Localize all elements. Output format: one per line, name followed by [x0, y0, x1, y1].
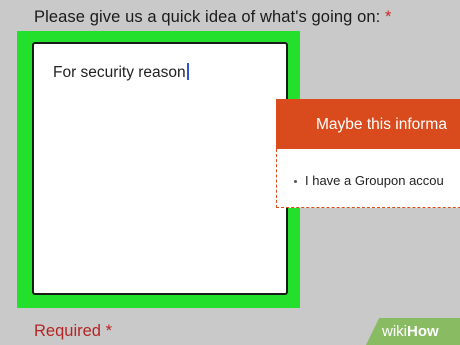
description-textarea[interactable]: For security reason — [32, 42, 288, 295]
question-label: Please give us a quick idea of what's go… — [34, 8, 392, 27]
required-text: Required — [34, 322, 101, 340]
popup-pointer — [264, 143, 276, 165]
wikihow-watermark: wikiHow — [366, 318, 460, 345]
watermark-suffix: How — [407, 323, 439, 340]
required-asterisk: * — [385, 8, 392, 26]
question-label-text: Please give us a quick idea of what's go… — [34, 8, 381, 26]
required-asterisk-bottom: * — [105, 322, 112, 340]
bullet-icon — [294, 180, 297, 184]
watermark-prefix: wiki — [382, 323, 407, 340]
required-label: Required * — [34, 322, 112, 341]
suggestion-item[interactable]: I have a Groupon accou — [294, 173, 444, 188]
suggestion-item-text: I have a Groupon accou — [305, 173, 444, 188]
textarea-content: For security reason — [53, 63, 189, 82]
text-caret — [186, 63, 189, 80]
textarea-value: For security reason — [53, 64, 186, 81]
popup-header-text: Maybe this informa — [316, 116, 447, 133]
suggestion-popup-header: Maybe this informa — [276, 99, 460, 149]
